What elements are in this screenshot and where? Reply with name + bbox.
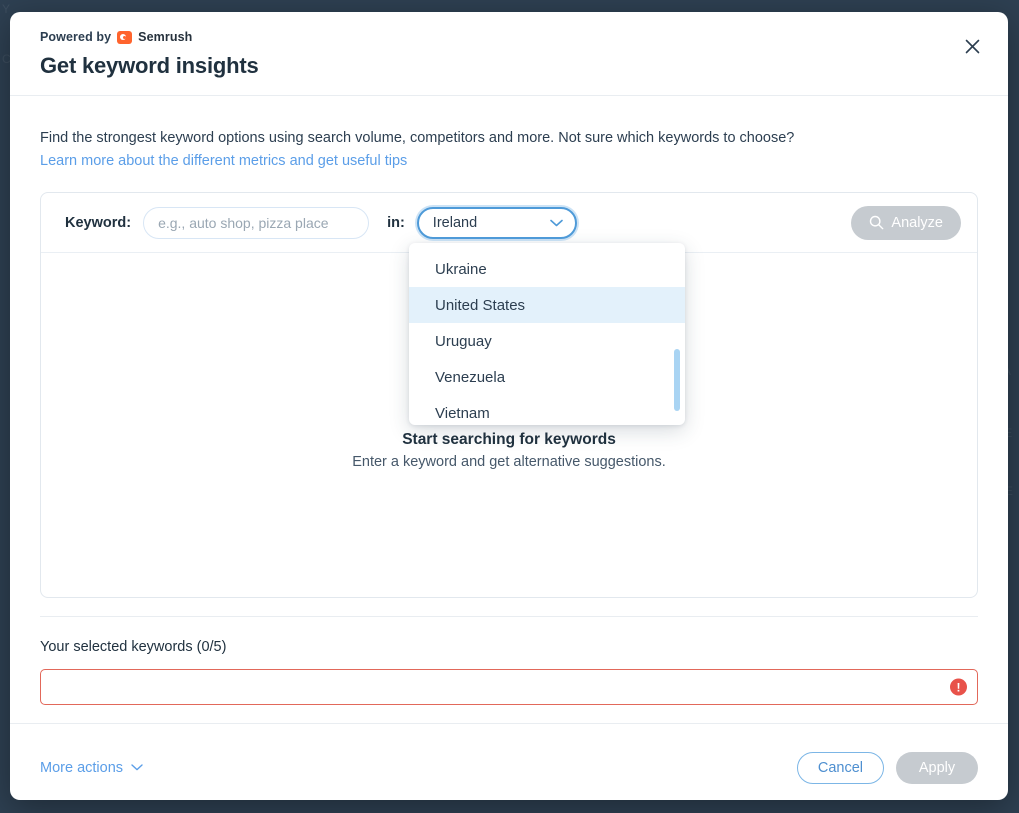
dropdown-option-ukraine[interactable]: Ukraine <box>409 251 685 287</box>
close-button[interactable] <box>958 32 986 60</box>
dropdown-option-label: United States <box>435 296 526 314</box>
in-label: in: <box>387 214 405 231</box>
modal-footer: More actions Cancel Apply <box>10 723 1008 800</box>
cancel-button[interactable]: Cancel <box>796 751 884 784</box>
dropdown-option-venezuela[interactable]: Venezuela <box>409 359 685 395</box>
chevron-down-icon <box>131 764 143 771</box>
chevron-down-icon <box>549 219 563 226</box>
dropdown-option-label: Uruguay <box>435 332 492 350</box>
more-actions-label: More actions <box>40 759 124 776</box>
country-select[interactable]: Ireland <box>416 206 577 239</box>
country-select-value: Ireland <box>432 214 478 231</box>
section-divider <box>40 616 978 618</box>
dropdown-option-united-states[interactable]: United States <box>409 287 685 324</box>
backdrop-text-fragment: Y <box>2 2 11 16</box>
empty-state-title: Start searching for keywords <box>402 431 616 449</box>
dropdown-option-label: Ukraine <box>435 260 487 278</box>
modal-header: Powered by Semrush Get keyword insights <box>10 12 1008 96</box>
semrush-logo-icon <box>117 30 133 44</box>
dropdown-option-label: Venezuela <box>435 368 506 386</box>
intro-description: Find the strongest keyword options using… <box>40 130 795 146</box>
dropdown-option-vietnam[interactable]: Vietnam <box>409 395 685 425</box>
selected-keywords-input[interactable]: ! <box>40 669 978 706</box>
powered-by-row: Powered by Semrush <box>40 30 978 44</box>
selected-keywords-section: Your selected keywords (0/5) ! <box>40 616 978 706</box>
powered-by-label: Powered by <box>40 30 112 44</box>
dropdown-option-uruguay[interactable]: Uruguay <box>409 323 685 359</box>
page-title: Get keyword insights <box>40 53 259 78</box>
footer-actions: Cancel Apply <box>796 751 978 784</box>
more-actions-button[interactable]: More actions <box>40 760 143 776</box>
selected-keywords-title: Your selected keywords (0/5) <box>40 639 227 656</box>
semrush-brand-label: Semrush <box>138 30 193 44</box>
analyze-button-label: Analyze <box>891 214 943 231</box>
country-dropdown-menu[interactable]: Ukraine United States Uruguay Venezuela … <box>409 243 685 426</box>
close-icon <box>965 39 979 53</box>
search-panel: Keyword: in: Ireland Analyze <box>40 192 978 599</box>
error-exclamation-icon: ! <box>950 678 967 696</box>
keyword-insights-modal: Powered by Semrush Get keyword insights … <box>10 12 1008 800</box>
empty-state-subtitle: Enter a keyword and get alternative sugg… <box>352 454 666 471</box>
analyze-button[interactable]: Analyze <box>851 205 961 240</box>
keyword-label: Keyword: <box>65 214 132 231</box>
modal-body: Find the strongest keyword options using… <box>10 96 1008 706</box>
learn-more-link[interactable]: Learn more about the different metrics a… <box>40 153 407 169</box>
search-icon <box>870 215 884 230</box>
dropdown-scrollbar-thumb[interactable] <box>674 349 680 412</box>
apply-button[interactable]: Apply <box>896 751 978 784</box>
dropdown-scrollbar[interactable] <box>674 251 680 419</box>
dropdown-option-label: Vietnam <box>435 404 490 422</box>
search-input[interactable] <box>143 206 370 239</box>
